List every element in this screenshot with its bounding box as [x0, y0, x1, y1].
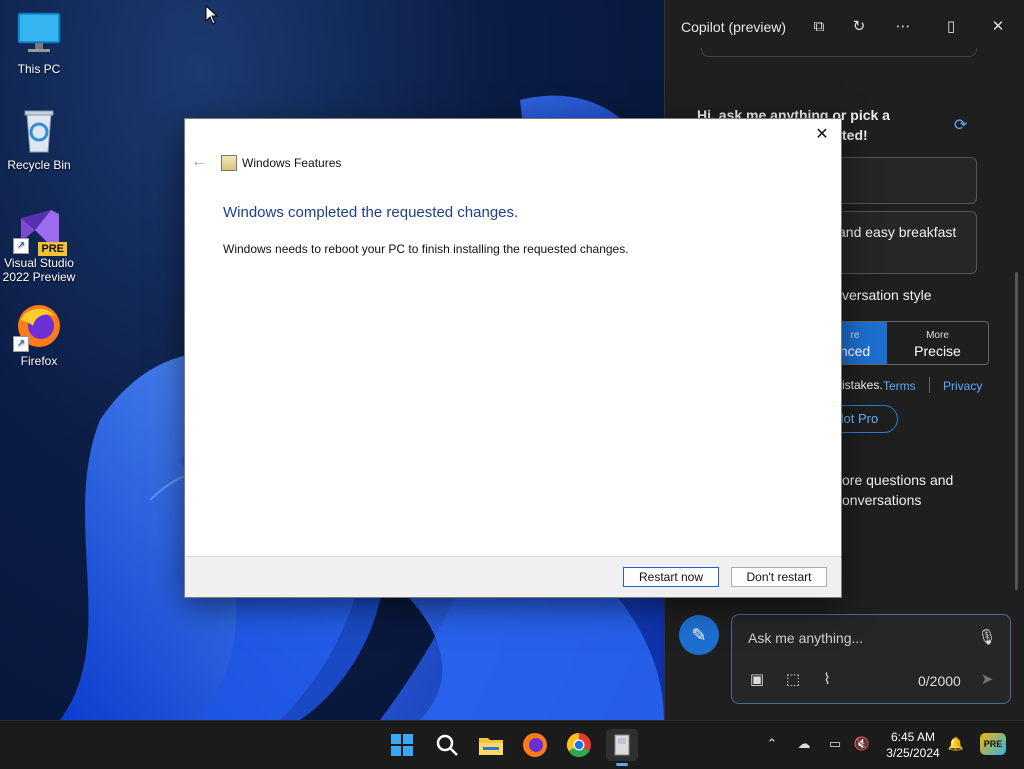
desktop-icon-label: Firefox [20, 354, 58, 368]
open-external-icon[interactable]: ⧉ [808, 16, 830, 38]
clock-date: 3/25/2024 [886, 746, 940, 760]
preview-badge: PRE [38, 242, 67, 256]
shortcut-arrow-icon: ↗ [13, 336, 29, 352]
desktop-icon-visual-studio[interactable]: PRE ↗ Visual Studio 2022 Preview [1, 204, 77, 284]
windows-features-icon [221, 155, 237, 171]
top-card-edge [701, 48, 977, 57]
send-icon[interactable]: ➤ [976, 669, 998, 691]
dont-restart-button[interactable]: Don't restart [731, 567, 827, 587]
refresh-icon[interactable]: ↻ [848, 16, 870, 38]
notification-bell-icon[interactable]: 🔔 [947, 735, 965, 753]
style-precise-button[interactable]: More Precise [887, 322, 988, 364]
shortcut-arrow-icon: ↗ [13, 238, 29, 254]
volume-muted-icon[interactable]: 🔇 [853, 735, 871, 753]
more-options-icon[interactable]: ⋯ [892, 16, 914, 38]
dialog-heading: Windows completed the requested changes. [223, 204, 519, 221]
restart-now-button[interactable]: Restart now [623, 567, 719, 587]
more-questions-line1: ore questions and [842, 472, 954, 488]
chrome-icon [566, 733, 591, 758]
add-image-icon[interactable]: ▣ [746, 669, 768, 691]
clock[interactable]: 6:45 AM 3/25/2024 [880, 729, 946, 761]
microphone-icon[interactable]: 🎙 [976, 627, 998, 649]
chat-input-box: 🎙 ▣ ⬚ ⌇ 0/2000 ➤ [731, 614, 1011, 704]
file-explorer-button[interactable] [475, 729, 507, 761]
firefox-taskbar-button[interactable] [519, 729, 551, 761]
link-divider [929, 377, 930, 393]
search-button[interactable] [431, 729, 463, 761]
privacy-link[interactable]: Privacy [943, 379, 982, 393]
desktop-icon-label: This PC [17, 62, 61, 76]
terms-link[interactable]: Terms [883, 379, 916, 393]
chat-input[interactable] [746, 629, 970, 647]
windows-features-icon [614, 734, 630, 756]
conversation-style-toggle: re nced More Precise [822, 321, 989, 365]
firefox-icon: ↗ [13, 302, 63, 352]
dialog-footer: Restart now Don't restart [185, 556, 841, 597]
character-count: 0/2000 [918, 673, 961, 689]
style-balanced-small: re [850, 330, 860, 341]
suggestion-text-2: and easy breakfast [838, 224, 957, 240]
style-precise-label: Precise [914, 343, 961, 359]
mouse-cursor-icon [205, 4, 219, 30]
desktop-icon-label: Recycle Bin [7, 158, 71, 172]
chevron-up-icon[interactable]: ⌃ [763, 735, 781, 753]
desktop-icon-firefox[interactable]: ↗ Firefox [1, 302, 77, 368]
attach-icon[interactable]: ⌇ [816, 669, 838, 691]
close-icon[interactable]: ✕ [987, 16, 1009, 38]
refresh-suggestions-icon[interactable]: ⟳ [954, 115, 967, 135]
clock-time: 6:45 AM [890, 730, 936, 744]
search-icon [436, 734, 458, 756]
dialog-title: Windows Features [242, 156, 342, 170]
conversation-style-label: versation style [842, 287, 932, 303]
dock-panel-icon[interactable]: ▯ [940, 16, 962, 38]
panel-scrollbar[interactable] [1015, 272, 1018, 590]
desktop-icon-recycle-bin[interactable]: Recycle Bin [1, 106, 77, 172]
back-arrow-icon[interactable]: ← [191, 153, 207, 171]
active-app-indicator [616, 763, 628, 766]
new-topic-button[interactable]: ✎ [679, 615, 719, 655]
windows-features-taskbar-button[interactable] [606, 729, 638, 766]
monitor-icon [15, 10, 63, 58]
copilot-greeting-line2: ted! [842, 127, 868, 143]
screenshot-icon[interactable]: ⬚ [782, 669, 804, 691]
desktop-icon-label: Visual Studio 2022 Preview [2, 256, 76, 284]
start-button[interactable] [386, 729, 418, 761]
network-icon[interactable]: ▭ [826, 735, 844, 753]
new-chat-icon: ✎ [691, 625, 707, 645]
mistakes-text: istakes. [842, 378, 883, 392]
copilot-title: Copilot (preview) [681, 19, 787, 35]
onedrive-offline-icon[interactable]: ☁ [795, 735, 813, 753]
taskbar: ⌃ ☁ ▭ 🔇 6:45 AM 3/25/2024 🔔 PRE [0, 720, 1024, 769]
recycle-bin-icon [15, 106, 63, 154]
folder-icon [479, 738, 503, 755]
windows-logo-icon [391, 734, 413, 756]
style-precise-small: More [926, 330, 949, 341]
copilot-icon[interactable]: PRE [980, 733, 1006, 755]
firefox-icon [523, 733, 547, 757]
desktop-icon-this-pc[interactable]: This PC [1, 10, 77, 76]
dialog-close-button[interactable]: ✕ [809, 123, 835, 147]
more-questions-line2: onversations [842, 492, 922, 508]
dialog-message: Windows needs to reboot your PC to finis… [223, 242, 629, 256]
chrome-taskbar-button[interactable] [563, 729, 595, 761]
visual-studio-icon: PRE ↗ [13, 204, 67, 256]
windows-features-dialog: ✕ ← Windows Features Windows completed t… [184, 118, 842, 598]
